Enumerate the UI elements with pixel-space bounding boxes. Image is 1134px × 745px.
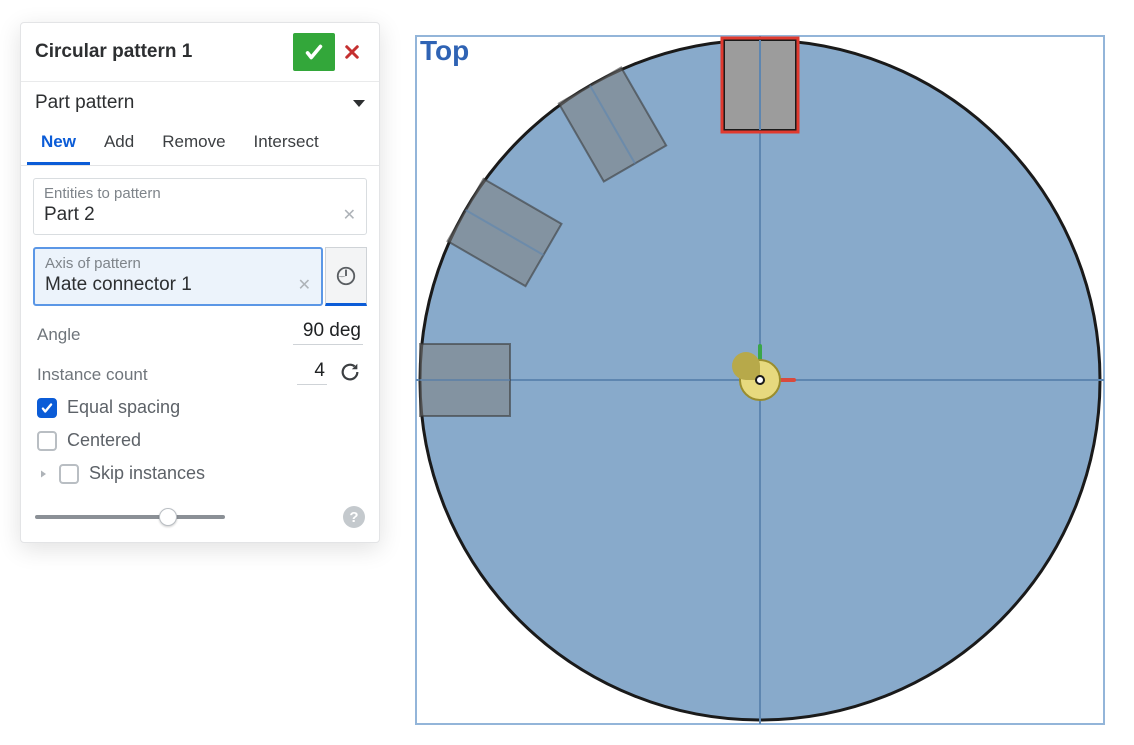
equal-spacing-label: Equal spacing (67, 397, 180, 418)
checkbox-icon (37, 431, 57, 451)
checkbox-icon (37, 398, 57, 418)
chevron-down-icon (353, 100, 365, 107)
mate-connector-center (756, 376, 764, 384)
view-label: Top (420, 35, 469, 66)
pattern-type-value: Part pattern (35, 92, 134, 114)
angle-label: Angle (37, 325, 293, 345)
opacity-slider[interactable] (35, 515, 225, 519)
angle-row: Angle 90 deg (21, 306, 379, 345)
skip-instances-label: Skip instances (89, 463, 205, 484)
checkbox-icon (59, 464, 79, 484)
angle-input[interactable]: 90 deg (293, 320, 363, 345)
chevron-right-icon (37, 468, 49, 480)
instance-count-row: Instance count 4 (21, 345, 379, 385)
check-icon (303, 41, 325, 63)
entities-selector[interactable]: Entities to pattern Part 2 ✕ (33, 178, 367, 235)
feature-panel: Circular pattern 1 Part pattern New Add … (20, 22, 380, 543)
viewport-svg: Top (410, 30, 1110, 730)
axis-selector[interactable]: Axis of pattern Mate connector 1 ✕ (33, 247, 323, 306)
pattern-instance (420, 344, 510, 416)
skip-instances-row[interactable]: Skip instances (21, 451, 379, 484)
entities-value: Part 2 (44, 204, 343, 226)
viewport[interactable]: Top (410, 30, 1110, 730)
mate-connector-icon (335, 265, 357, 287)
axis-value: Mate connector 1 (45, 274, 298, 296)
panel-header: Circular pattern 1 (21, 23, 379, 82)
entities-clear-button[interactable]: ✕ (343, 205, 356, 225)
help-button[interactable]: ? (343, 506, 365, 528)
panel-footer: ? (21, 484, 379, 542)
pattern-seed[interactable] (722, 38, 798, 132)
equal-spacing-checkbox[interactable]: Equal spacing (21, 385, 379, 418)
tab-new[interactable]: New (27, 122, 90, 165)
confirm-button[interactable] (293, 33, 335, 71)
cancel-button[interactable] (335, 33, 369, 71)
instance-count-label: Instance count (37, 365, 297, 385)
boolean-tabs: New Add Remove Intersect (21, 122, 379, 166)
slider-thumb[interactable] (159, 508, 177, 526)
centered-checkbox[interactable]: Centered (21, 418, 379, 451)
instance-count-input[interactable]: 4 (297, 360, 327, 385)
tab-remove[interactable]: Remove (148, 122, 239, 165)
centered-label: Centered (67, 430, 141, 451)
refresh-icon (339, 361, 361, 383)
panel-title: Circular pattern 1 (35, 41, 293, 63)
mate-connector-glyph (732, 352, 760, 380)
tab-intersect[interactable]: Intersect (240, 122, 333, 165)
close-icon (343, 43, 361, 61)
axis-clear-button[interactable]: ✕ (298, 275, 311, 295)
mate-connector-button[interactable] (325, 247, 367, 306)
axis-label: Axis of pattern (45, 255, 311, 272)
entities-label: Entities to pattern (44, 185, 356, 202)
pattern-type-dropdown[interactable]: Part pattern (21, 82, 379, 122)
flip-direction-button[interactable] (337, 359, 363, 385)
tab-add[interactable]: Add (90, 122, 148, 165)
